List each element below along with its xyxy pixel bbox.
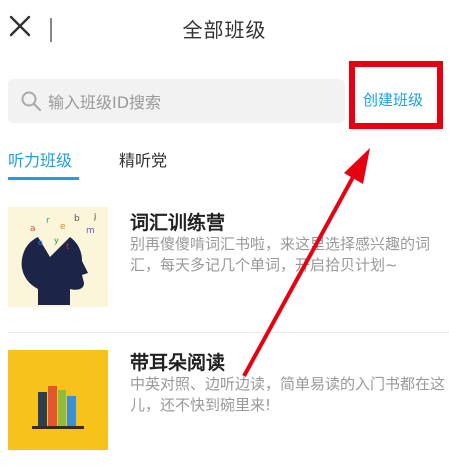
svg-text:a: a (30, 224, 36, 234)
reading-course-thumbnail[interactable] (8, 350, 108, 450)
create-class-button[interactable]: 创建班级 (363, 89, 423, 110)
svg-text:r: r (46, 216, 50, 226)
vocab-course-thumbnail[interactable]: a r e b m y o t j (8, 207, 108, 307)
search-placeholder: 输入班级ID搜索 (48, 93, 162, 112)
course-desc-vocab: 别再傻傻啃词汇书啦，来这里选择感兴趣的词汇，每天多记几个单词，开启拾贝计划~ (130, 235, 431, 274)
svg-text:b: b (74, 214, 80, 224)
list-divider (8, 332, 449, 333)
course-desc-reading: 中英对照、边听边读，简单易读的入门书都在这儿，还不快到碗里来! (130, 375, 446, 414)
svg-text:e: e (60, 222, 66, 232)
books-icon (32, 386, 84, 429)
page-title: 全部班级 (182, 18, 267, 42)
svg-text:j: j (93, 212, 96, 221)
search-icon (21, 91, 42, 112)
tab-intensive-listening[interactable]: 精听党 (119, 147, 167, 171)
active-tab-indicator (8, 177, 79, 180)
svg-text:m: m (86, 226, 95, 236)
tab-listening-class[interactable]: 听力班级 (8, 147, 72, 171)
course-title-vocab[interactable]: 词汇训练营 (130, 208, 225, 235)
svg-text:o: o (38, 238, 43, 247)
svg-text:t: t (66, 242, 69, 251)
svg-text:y: y (54, 236, 59, 245)
head-silhouette-icon: a r e b m y o t j (21, 212, 96, 305)
course-title-reading[interactable]: 带耳朵阅读 (130, 348, 225, 375)
